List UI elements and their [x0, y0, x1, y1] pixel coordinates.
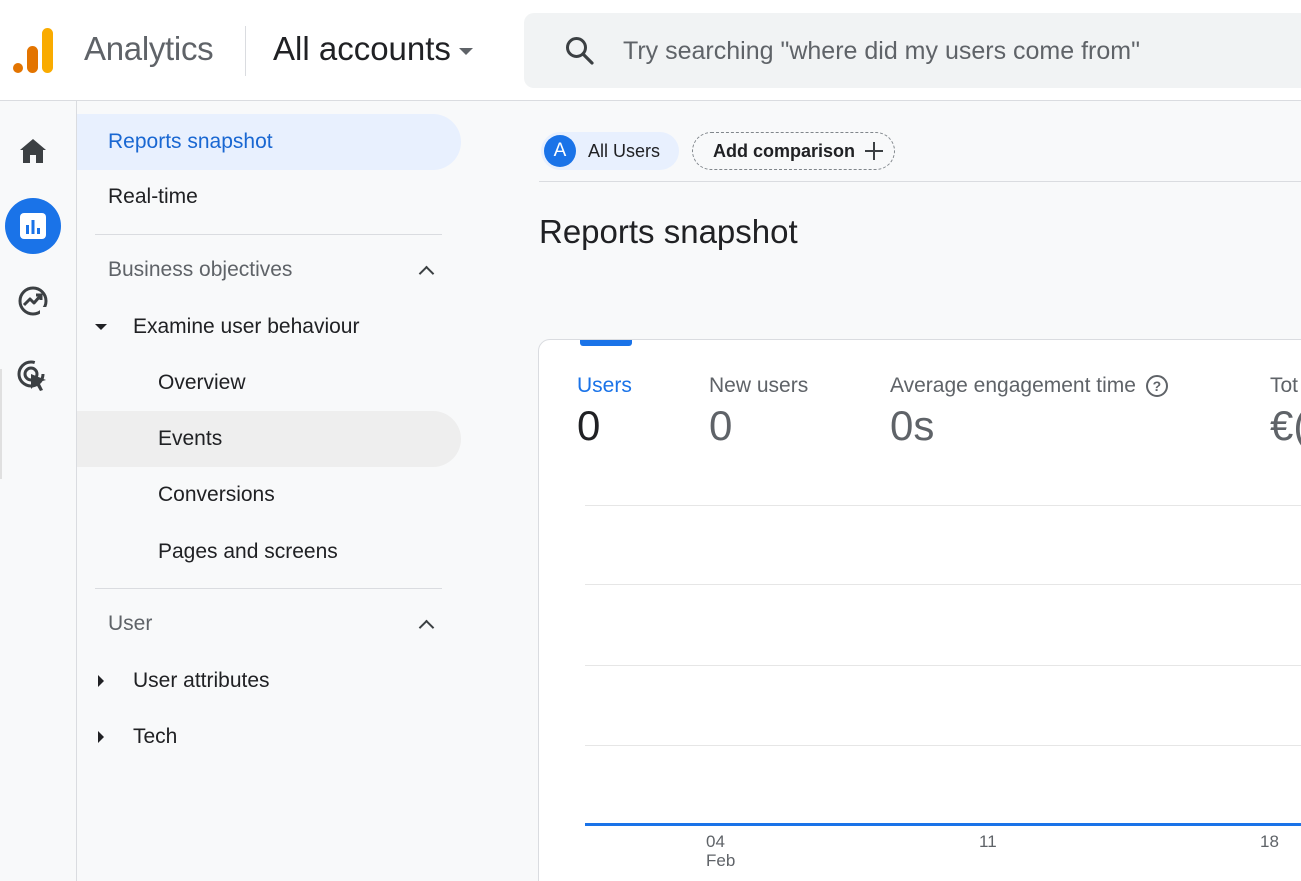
metric-value: €(: [1270, 402, 1301, 449]
nav-group-label: Examine user behaviour: [133, 315, 360, 338]
caret-down-icon: [458, 47, 473, 55]
nav-item-label: Reports snapshot: [108, 130, 273, 153]
add-comparison-button[interactable]: Add comparison: [692, 132, 895, 170]
metric-value: 0: [709, 402, 733, 449]
nav-item-conversions[interactable]: Conversions: [77, 467, 461, 523]
nav-group-examine-user-behaviour[interactable]: Examine user behaviour: [77, 299, 461, 355]
help-icon[interactable]: ?: [1145, 375, 1168, 397]
x-tick-day: 18: [1260, 832, 1279, 851]
home-icon: [20, 139, 46, 163]
chevron-up-icon: [418, 265, 435, 281]
metric-tab-total-revenue[interactable]: Tot €(: [1270, 374, 1301, 450]
nav-group-tech[interactable]: Tech: [77, 709, 461, 765]
nav-item-realtime[interactable]: Real-time: [77, 169, 461, 225]
section-label: Business objectives: [108, 258, 293, 281]
nav-group-label: Tech: [133, 725, 178, 748]
analytics-logo-icon[interactable]: [12, 28, 54, 74]
page-title: Reports snapshot: [539, 213, 798, 250]
search-icon: [566, 37, 594, 65]
chart-series-line-users: [585, 823, 1301, 826]
header-divider: [245, 26, 246, 76]
nav-item-label: Events: [158, 427, 223, 450]
reports-icon: [20, 213, 46, 239]
explore-button[interactable]: [5, 273, 61, 329]
segment-label: All Users: [588, 140, 661, 161]
nav-item-reports-snapshot[interactable]: Reports snapshot: [77, 114, 461, 170]
metric-label: Users: [577, 374, 632, 397]
x-tick-day: 11: [979, 832, 997, 851]
plus-icon: [865, 142, 884, 160]
section-business-objectives[interactable]: Business objectives: [108, 258, 442, 282]
search-input[interactable]: [623, 31, 1301, 71]
metric-label: Tot: [1270, 374, 1299, 397]
metric-tab-average-engagement-time[interactable]: Average engagement time ? 0s: [890, 374, 1168, 450]
chart-gridline: [585, 745, 1301, 746]
caret-down-icon: [95, 324, 107, 330]
nav-item-label: Real-time: [108, 185, 198, 208]
nav-item-events[interactable]: Events: [77, 411, 461, 467]
metric-value: 0: [577, 402, 601, 449]
metric-value: 0s: [890, 402, 935, 449]
section-user[interactable]: User: [108, 612, 442, 636]
x-tick-month: Feb: [706, 851, 736, 870]
search-bar[interactable]: [524, 13, 1301, 88]
advertising-button[interactable]: [5, 348, 61, 404]
nav-item-label: Conversions: [158, 483, 275, 506]
caret-right-icon: [98, 731, 104, 743]
nav-divider: [95, 234, 442, 235]
x-tick-day: 04: [706, 832, 725, 851]
nav-group-user-attributes[interactable]: User attributes: [77, 653, 461, 709]
active-tab-indicator: [580, 340, 632, 346]
chart-gridline: [585, 505, 1301, 506]
top-app-bar: Analytics All accounts: [0, 0, 1301, 101]
add-comparison-label: Add comparison: [713, 140, 856, 161]
app-title: Analytics: [84, 30, 214, 67]
account-selector-label: All accounts: [273, 30, 451, 67]
nav-item-overview[interactable]: Overview: [77, 355, 461, 411]
comparison-chip-all-users[interactable]: A All Users: [541, 132, 679, 170]
main-divider: [539, 181, 1301, 182]
left-rail: [0, 101, 77, 881]
x-tick-label: 11: [979, 832, 997, 851]
nav-item-label: Overview: [158, 371, 246, 394]
nav-item-label: Pages and screens: [158, 540, 338, 563]
metric-label-row: Average engagement time ?: [890, 374, 1168, 398]
metric-label: New users: [709, 374, 809, 397]
overview-card: Users 0 New users 0 Average engagement t…: [538, 339, 1301, 881]
x-tick-label: 18: [1260, 832, 1279, 851]
rail-edge: [0, 369, 2, 479]
segment-avatar: A: [544, 135, 576, 167]
main-content: A All Users Add comparison Reports snaps…: [537, 101, 1301, 881]
nav-item-pages-and-screens[interactable]: Pages and screens: [77, 524, 461, 580]
metric-tab-users[interactable]: Users 0: [577, 374, 632, 450]
reports-nav: Reports snapshot Real-time Business obje…: [77, 101, 537, 881]
chevron-up-icon: [418, 619, 435, 635]
nav-divider: [95, 588, 442, 589]
explore-icon: [18, 286, 49, 316]
x-tick-label: 04 Feb: [706, 832, 735, 870]
chart-gridline: [585, 584, 1301, 585]
home-button[interactable]: [5, 123, 61, 179]
advertising-icon: [17, 360, 46, 391]
metric-label: Average engagement time: [890, 374, 1136, 397]
nav-group-label: User attributes: [133, 669, 270, 692]
account-selector[interactable]: All accounts: [273, 30, 473, 68]
chart-gridline: [585, 665, 1301, 666]
caret-right-icon: [98, 675, 104, 687]
section-label: User: [108, 612, 153, 635]
metric-tab-new-users[interactable]: New users 0: [709, 374, 808, 450]
reports-button[interactable]: [5, 198, 61, 254]
